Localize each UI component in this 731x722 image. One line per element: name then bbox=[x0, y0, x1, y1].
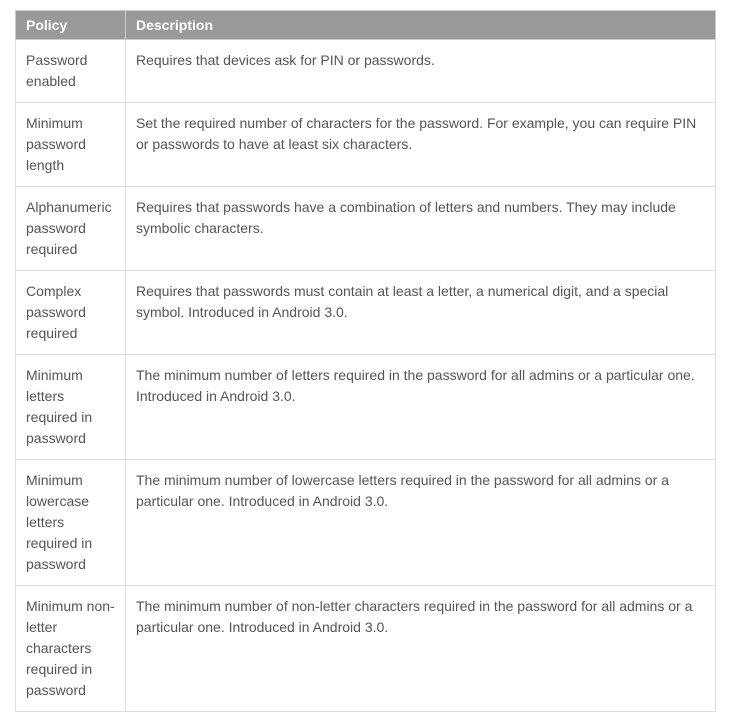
cell-policy: Minimum letters required in password bbox=[16, 355, 126, 460]
cell-policy: Complex password required bbox=[16, 271, 126, 355]
cell-description: The minimum number of non-letter charact… bbox=[126, 586, 716, 712]
cell-policy: Minimum password length bbox=[16, 103, 126, 187]
cell-policy: Minimum lowercase letters required in pa… bbox=[16, 460, 126, 586]
table-row: Complex password required Requires that … bbox=[16, 271, 716, 355]
table-row: Minimum lowercase letters required in pa… bbox=[16, 460, 716, 586]
table-row: Minimum non-letter characters required i… bbox=[16, 586, 716, 712]
cell-description: Set the required number of characters fo… bbox=[126, 103, 716, 187]
header-description: Description bbox=[126, 11, 716, 40]
table-row: Minimum password length Set the required… bbox=[16, 103, 716, 187]
table-row: Minimum letters required in password The… bbox=[16, 355, 716, 460]
cell-description: The minimum number of lowercase letters … bbox=[126, 460, 716, 586]
cell-description: Requires that passwords must contain at … bbox=[126, 271, 716, 355]
header-policy: Policy bbox=[16, 11, 126, 40]
table-header-row: Policy Description bbox=[16, 11, 716, 40]
cell-description: Requires that passwords have a combinati… bbox=[126, 187, 716, 271]
policy-table: Policy Description Password enabled Requ… bbox=[15, 10, 716, 712]
table-row: Password enabled Requires that devices a… bbox=[16, 40, 716, 103]
cell-policy: Alphanumeric password required bbox=[16, 187, 126, 271]
cell-policy: Minimum non-letter characters required i… bbox=[16, 586, 126, 712]
cell-description: Requires that devices ask for PIN or pas… bbox=[126, 40, 716, 103]
cell-description: The minimum number of letters required i… bbox=[126, 355, 716, 460]
cell-policy: Password enabled bbox=[16, 40, 126, 103]
table-row: Alphanumeric password required Requires … bbox=[16, 187, 716, 271]
